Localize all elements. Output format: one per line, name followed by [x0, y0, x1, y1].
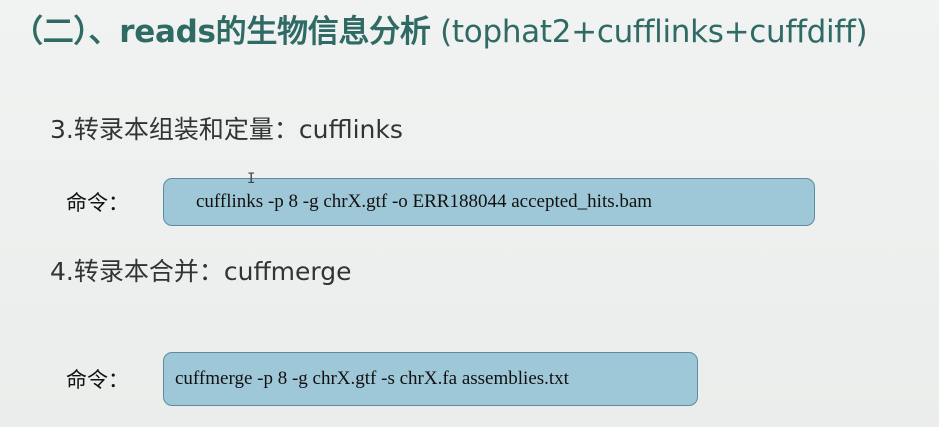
step-heading-cufflinks: 3.转录本组装和定量：cufflinks: [50, 115, 403, 144]
slide-title-tools: (tophat2+cufflinks+cuffdiff): [430, 14, 868, 50]
step-heading-cuffmerge: 4.转录本合并：cuffmerge: [50, 257, 352, 286]
command-box-cufflinks[interactable]: cufflinks -p 8 -g chrX.gtf -o ERR188044 …: [163, 178, 815, 226]
command-label: 命令：: [66, 368, 129, 392]
command-text: cufflinks -p 8 -g chrX.gtf -o ERR188044 …: [196, 191, 653, 212]
slide: （二）、reads的生物信息分析 (tophat2+cufflinks+cuff…: [0, 0, 939, 427]
slide-title: （二）、reads的生物信息分析 (tophat2+cufflinks+cuff…: [12, 12, 868, 52]
text-cursor-icon: I: [247, 171, 256, 187]
command-text: cuffmerge -p 8 -g chrX.gtf -s chrX.fa as…: [175, 368, 569, 389]
command-box-cuffmerge[interactable]: cuffmerge -p 8 -g chrX.gtf -s chrX.fa as…: [163, 352, 698, 406]
command-label: 命令：: [66, 191, 129, 215]
slide-title-main: （二）、reads的生物信息分析: [12, 14, 431, 50]
